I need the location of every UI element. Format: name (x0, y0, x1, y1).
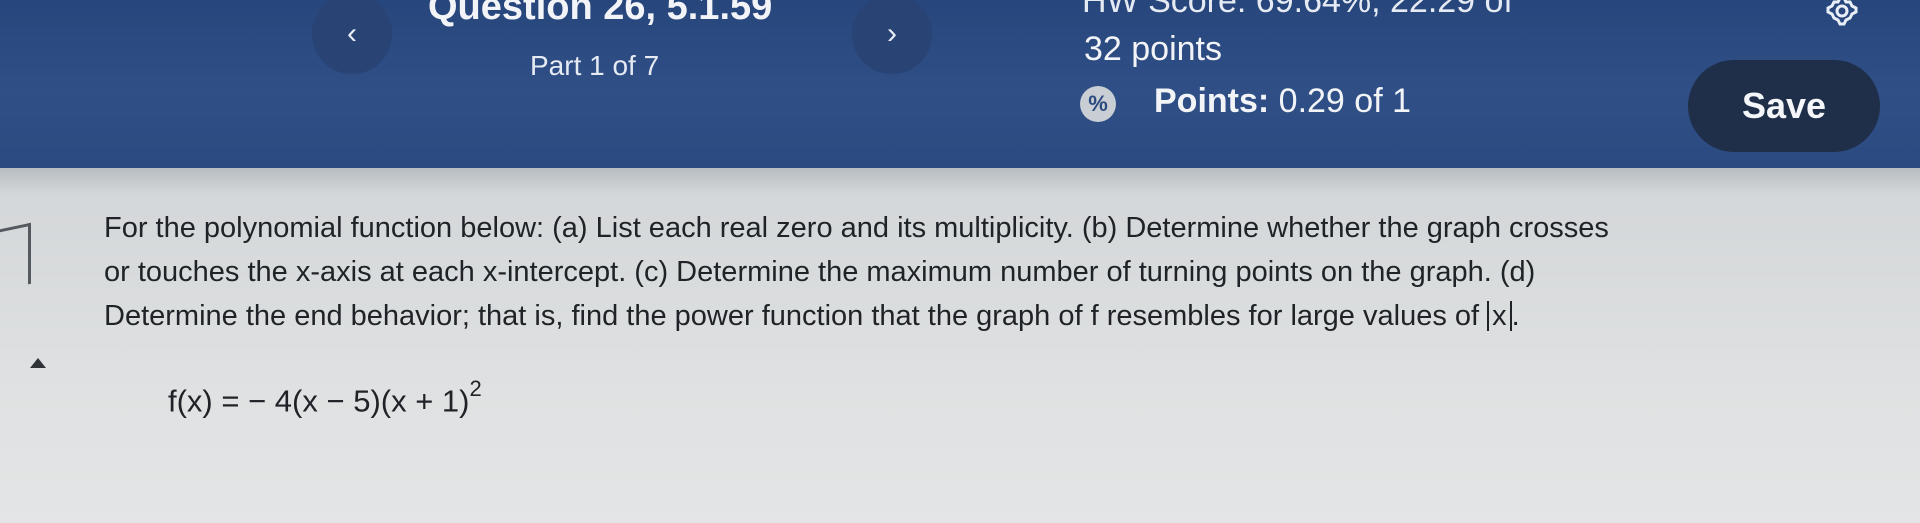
gear-icon[interactable] (1818, 0, 1866, 34)
save-button[interactable]: Save (1688, 60, 1880, 152)
partial-credit-icon: % (1080, 86, 1116, 122)
question-content: For the polynomial function below: (a) L… (0, 194, 1920, 523)
side-panel-handle[interactable] (0, 222, 31, 291)
question-prompt: For the polynomial function below: (a) L… (104, 206, 1904, 338)
absolute-value-x: x (1487, 301, 1512, 331)
header-divider (0, 168, 1920, 194)
question-title: Question 26, 5.1.59 (428, 0, 773, 28)
chevron-left-icon: ‹ (347, 17, 357, 50)
polynomial-equation: f(x) = − 4(x − 5)(x + 1)2 (168, 376, 482, 419)
prompt-line-3-text: Determine the end behavior; that is, fin… (104, 300, 1480, 332)
part-indicator: Part 1 of 7 (530, 50, 660, 81)
hw-points-total: 32 points (1084, 30, 1222, 68)
equation-text: f(x) = − 4(x − 5)(x + 1) (168, 383, 470, 419)
chevron-right-icon: › (887, 17, 897, 50)
previous-question-button[interactable]: ‹ (312, 0, 392, 74)
hw-score: HW Score: 69.64%, 22.29 of (1082, 0, 1513, 20)
question-header: ‹ Question 26, 5.1.59 Part 1 of 7 › HW S… (0, 0, 1920, 168)
next-question-button[interactable]: › (852, 0, 932, 74)
equation-exponent: 2 (469, 376, 482, 401)
prompt-line-1: For the polynomial function below: (a) L… (104, 212, 1609, 244)
prompt-line-3-end: . (1511, 300, 1520, 332)
collapse-arrow-icon[interactable] (30, 358, 46, 368)
points-value: 0.29 of 1 (1278, 82, 1412, 120)
prompt-line-2: or touches the x-axis at each x-intercep… (104, 256, 1536, 288)
prompt-line-3: Determine the end behavior; that is, fin… (104, 294, 1904, 338)
question-points: Points: 0.29 of 1 (1154, 82, 1411, 121)
points-label: Points: (1154, 82, 1270, 120)
